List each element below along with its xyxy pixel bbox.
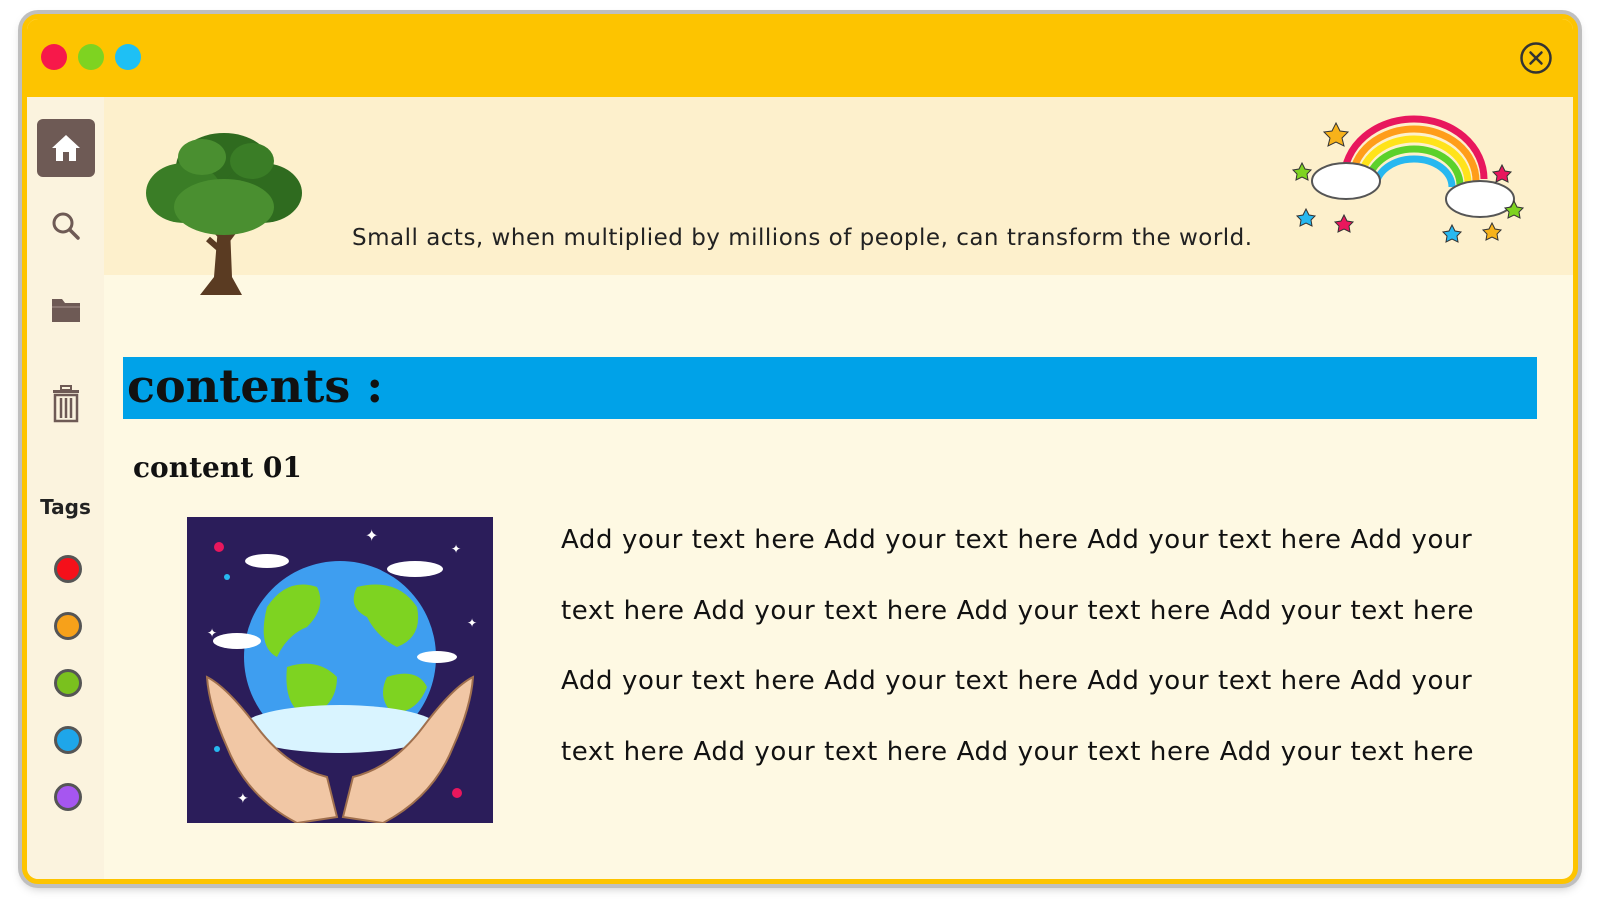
tag-blue[interactable]	[54, 726, 82, 754]
sidebar-item-trash[interactable]	[37, 375, 95, 433]
trash-icon	[53, 385, 79, 423]
tag-green[interactable]	[54, 669, 82, 697]
search-icon	[52, 212, 80, 240]
tag-orange[interactable]	[54, 612, 82, 640]
tag-purple[interactable]	[54, 783, 82, 811]
sidebar-item-search[interactable]	[37, 197, 95, 255]
svg-text:✦: ✦	[467, 616, 477, 630]
contents-header-bar: contents :	[123, 357, 1537, 419]
title-bar	[27, 19, 1573, 97]
banner-quote: Small acts, when multiplied by millions …	[352, 225, 1253, 251]
close-icon[interactable]	[1519, 41, 1553, 75]
close-window-button[interactable]	[41, 44, 67, 70]
sidebar-item-folder[interactable]	[37, 281, 95, 339]
app-window: Tags Small acts, when multiplied by mill…	[22, 14, 1578, 884]
earth-illustration: ✦ ✦ ✦ ✦ ✦	[187, 517, 493, 823]
body-text: Add your text here Add your text here Ad…	[561, 525, 1475, 767]
header-banner: Small acts, when multiplied by millions …	[104, 97, 1573, 295]
rainbow-illustration	[1291, 115, 1524, 243]
maximize-window-button[interactable]	[115, 44, 141, 70]
tag-red[interactable]	[54, 555, 82, 583]
earth-in-hands-image: ✦ ✦ ✦ ✦ ✦	[187, 517, 493, 823]
tags-label: Tags	[40, 495, 91, 519]
svg-text:✦: ✦	[451, 542, 461, 556]
minimize-window-button[interactable]	[78, 44, 104, 70]
svg-text:✦: ✦	[237, 791, 249, 807]
folder-icon	[52, 299, 80, 322]
sidebar: Tags	[27, 97, 104, 879]
sidebar-item-home[interactable]	[37, 119, 95, 177]
section-title: content 01	[133, 451, 302, 484]
contents-title: contents :	[127, 359, 384, 413]
home-icon	[52, 135, 80, 161]
tree-illustration	[146, 133, 302, 295]
svg-text:✦: ✦	[365, 526, 378, 545]
